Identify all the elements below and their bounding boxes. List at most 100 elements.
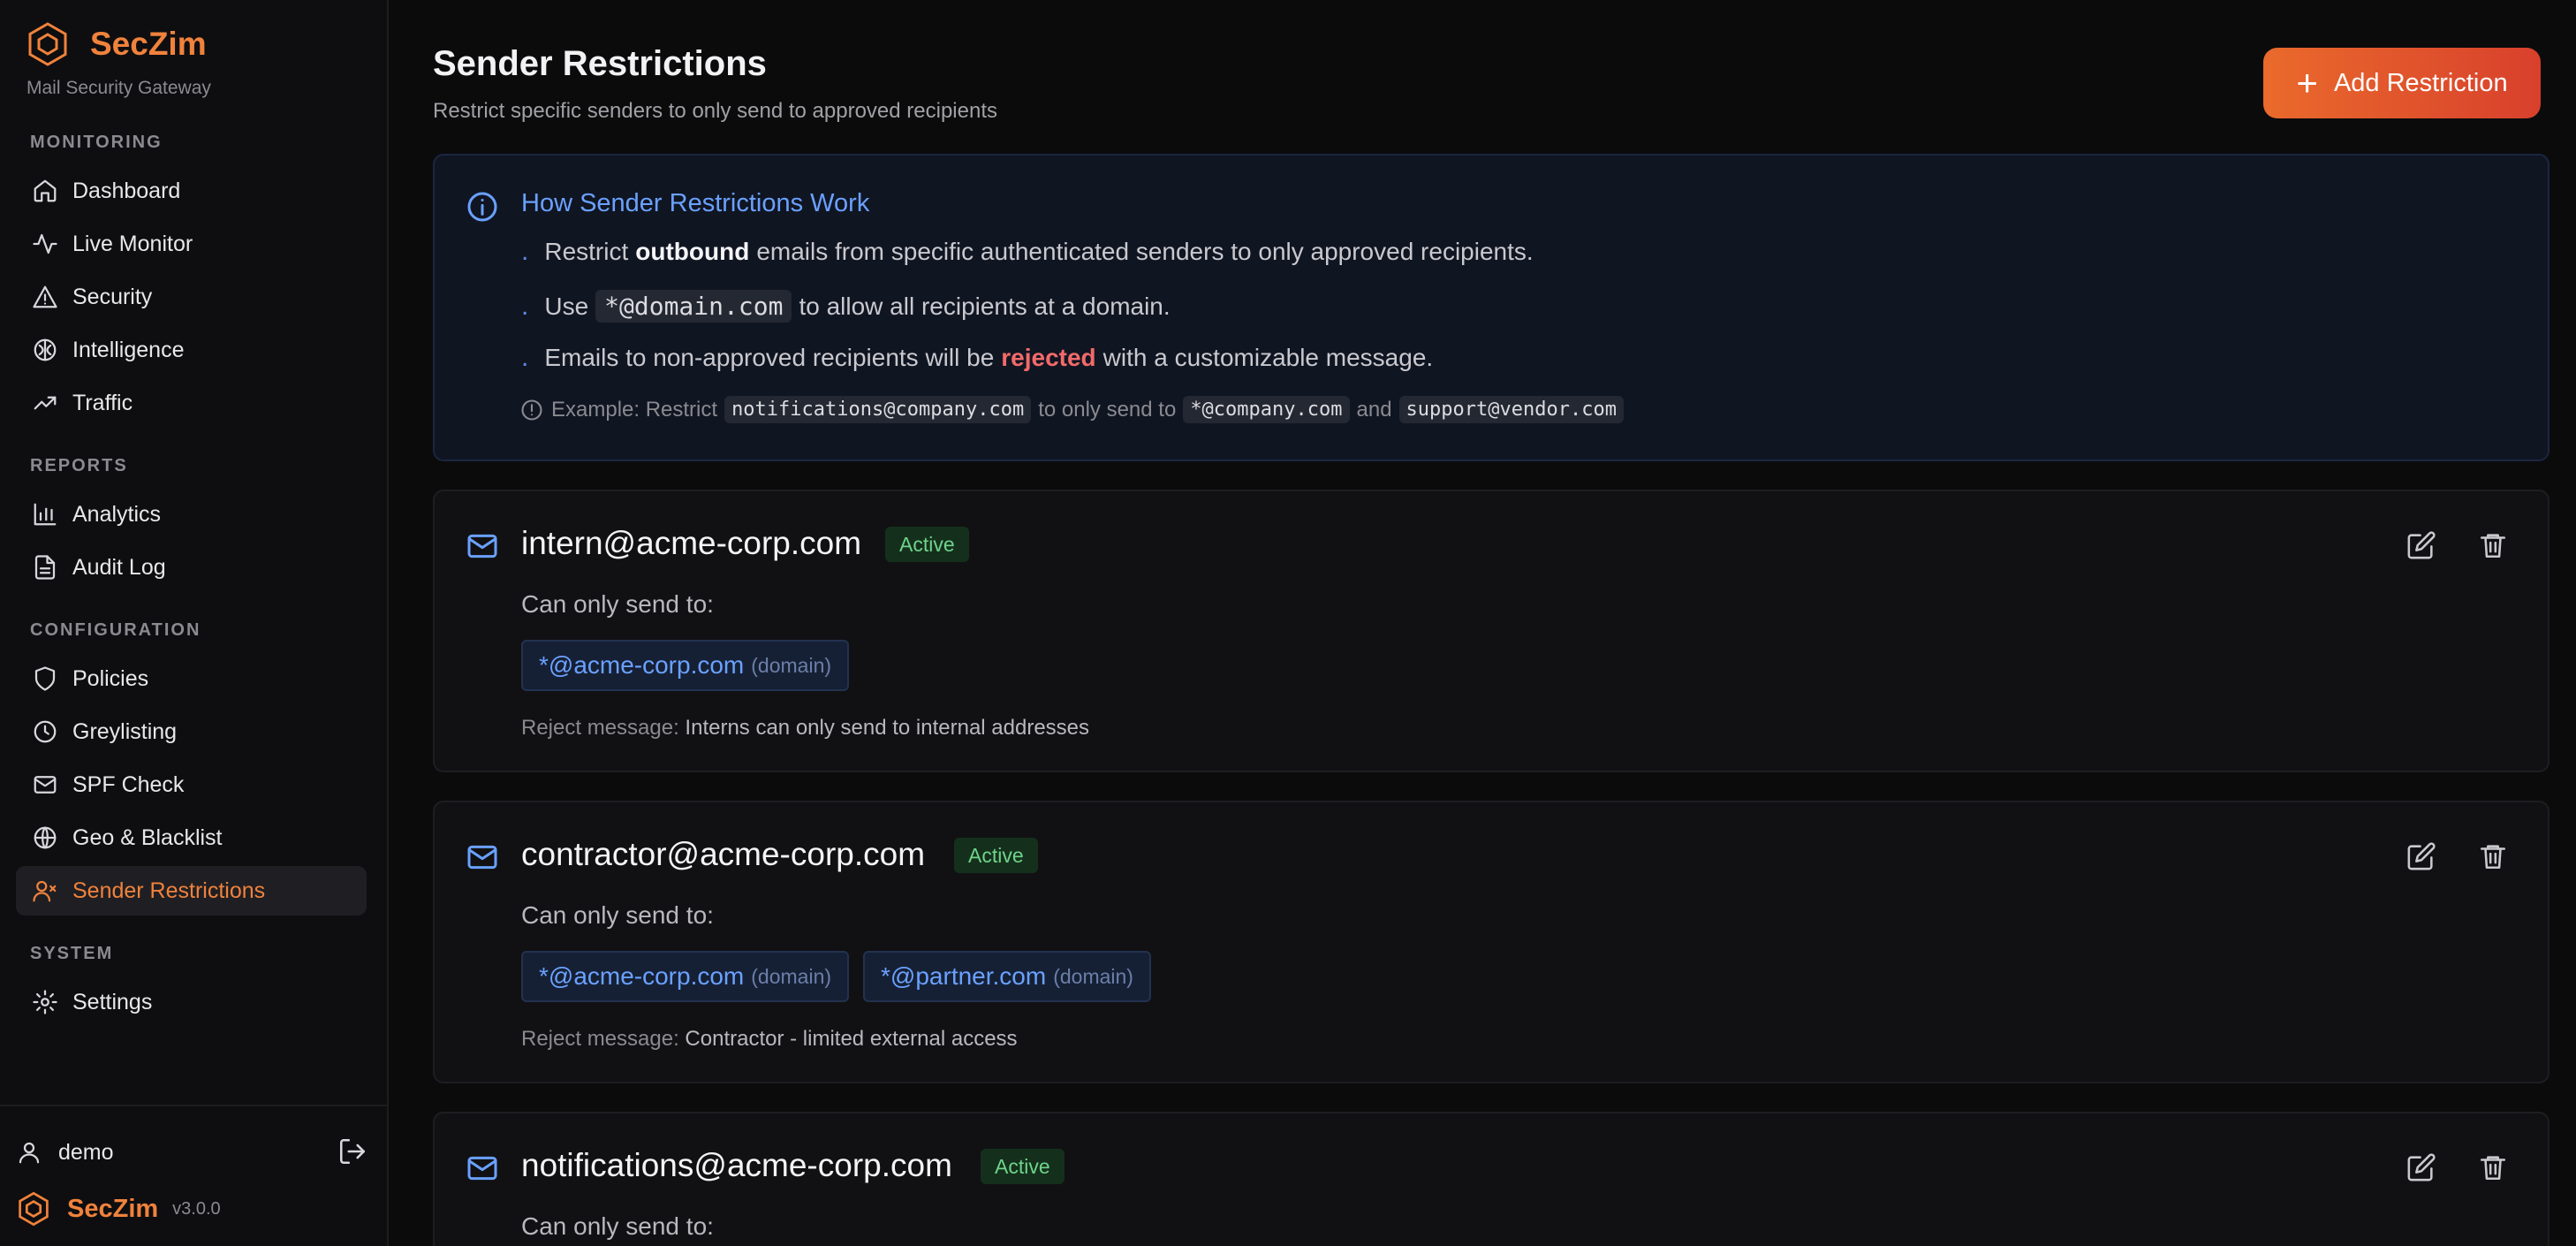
edit-icon	[2407, 1153, 2436, 1181]
page-title: Sender Restrictions	[433, 44, 767, 83]
bullet-code: *@domain.com	[595, 290, 792, 323]
add-restriction-button[interactable]: + Add Restriction	[2263, 48, 2541, 118]
info-bullet: . Use *@domain.com to allow all recipien…	[521, 290, 1171, 323]
sidebar-item-geo-blacklist[interactable]: Geo & Blacklist	[16, 813, 367, 862]
sidebar-item-label: Settings	[72, 989, 153, 1014]
delete-button[interactable]	[2478, 1152, 2513, 1188]
recipient-chip: *@partner.com (domain)	[863, 951, 1151, 1002]
status-badge: Active	[885, 527, 969, 562]
home-icon	[30, 176, 60, 206]
chip-value: *@acme-corp.com	[539, 651, 745, 679]
sidebar-item-sender-restrictions[interactable]: Sender Restrictions	[16, 866, 367, 916]
sidebar-item-label: SPF Check	[72, 771, 185, 797]
sidebar-item-label: Security	[72, 284, 153, 309]
trash-icon	[2480, 1156, 2506, 1181]
shield-icon	[30, 664, 60, 694]
example-code: support@vendor.com	[1398, 396, 1624, 423]
reject-message: Reject message: Interns can only send to…	[521, 716, 1089, 741]
bullet-bold: outbound	[635, 238, 750, 265]
footer-brand: SecZim v3.0.0	[16, 1191, 221, 1227]
sidebar-item-live-monitor[interactable]: Live Monitor	[16, 219, 367, 269]
logout-icon[interactable]	[337, 1136, 367, 1166]
sidebar-item-dashboard[interactable]: Dashboard	[16, 166, 367, 216]
allowed-label: Can only send to:	[521, 1212, 714, 1240]
status-badge: Active	[981, 1149, 1064, 1184]
example-code: notifications@company.com	[724, 396, 1032, 423]
sidebar-item-spf-check[interactable]: SPF Check	[16, 760, 367, 809]
sidebar-item-label: Sender Restrictions	[72, 878, 266, 903]
delete-button[interactable]	[2478, 530, 2513, 566]
chip-kind: (domain)	[1053, 964, 1133, 988]
globe-icon	[30, 823, 60, 853]
footer-brand-name: SecZim	[67, 1194, 159, 1223]
bullet-text: emails from specific authenticated sende…	[756, 238, 1534, 265]
allowed-label: Can only send to:	[521, 901, 714, 929]
reject-message: Reject message: Contractor - limited ext…	[521, 1027, 1018, 1052]
sidebar-item-greylisting[interactable]: Greylisting	[16, 707, 367, 756]
recipient-chip: *@acme-corp.com (domain)	[521, 951, 850, 1002]
info-small-icon	[521, 399, 542, 421]
mail-icon	[467, 845, 497, 870]
trash-icon	[2480, 845, 2506, 870]
edit-button[interactable]	[2406, 1152, 2442, 1188]
edit-button[interactable]	[2406, 841, 2442, 877]
user-icon	[19, 1142, 40, 1164]
bullet-text: to allow all recipients at a domain.	[799, 292, 1171, 320]
main-content: Sender Restrictions Restrict specific se…	[433, 0, 2549, 1246]
mail-icon	[467, 534, 497, 558]
user-name: demo	[58, 1139, 114, 1165]
sidebar-item-label: Policies	[72, 665, 149, 691]
edit-icon	[2407, 842, 2436, 870]
sidebar-item-label: Traffic	[72, 390, 133, 415]
reject-text: Contractor - limited external access	[685, 1027, 1018, 1051]
info-example: Example: Restrict notifications@company.…	[519, 396, 1631, 423]
page-subtitle: Restrict specific senders to only send t…	[433, 99, 997, 123]
info-title: How Sender Restrictions Work	[521, 189, 870, 217]
bullet-text: Restrict	[544, 238, 629, 265]
recipient-chip: *@acme-corp.com (domain)	[521, 640, 850, 691]
status-badge: Active	[954, 838, 1038, 873]
reject-label: Reject message:	[521, 1027, 679, 1051]
sidebar-item-audit-log[interactable]: Audit Log	[16, 543, 367, 592]
gear-icon	[30, 987, 60, 1017]
hexagon-logo-icon	[19, 1191, 49, 1227]
bullet-rejected: rejected	[1001, 344, 1096, 371]
delete-button[interactable]	[2478, 841, 2513, 877]
sidebar-item-label: Intelligence	[72, 337, 185, 362]
sender-email: contractor@acme-corp.com	[521, 836, 926, 872]
sender-email: notifications@acme-corp.com	[521, 1147, 952, 1183]
sidebar-item-label: Audit Log	[72, 554, 166, 580]
example-text: to only send to	[1038, 397, 1177, 422]
chip-kind: (domain)	[751, 653, 832, 677]
chip-value: *@acme-corp.com	[539, 962, 745, 990]
version-label: v3.0.0	[172, 1198, 221, 1219]
bullet-text: Emails to non-approved recipients will b…	[544, 344, 995, 371]
chip-kind: (domain)	[751, 964, 832, 988]
reject-label: Reject message:	[521, 716, 679, 740]
trending-up-icon	[30, 388, 60, 418]
sidebar-item-label: Live Monitor	[72, 231, 193, 256]
file-text-icon	[30, 552, 60, 582]
clock-icon	[30, 717, 60, 747]
brand[interactable]: SecZim	[25, 21, 207, 67]
info-bullet: . Restrict outbound emails from specific…	[521, 237, 1534, 266]
brand-name: SecZim	[90, 26, 207, 62]
sidebar-item-traffic[interactable]: Traffic	[16, 378, 367, 428]
add-restriction-label: Add Restriction	[2333, 68, 2508, 97]
bar-chart-icon	[30, 499, 60, 529]
sidebar-item-intelligence[interactable]: Intelligence	[16, 325, 367, 375]
mail-icon	[30, 770, 60, 800]
sidebar-item-analytics[interactable]: Analytics	[16, 490, 367, 539]
sidebar-item-security[interactable]: Security	[16, 272, 367, 322]
brand-subtitle: Mail Security Gateway	[27, 78, 211, 98]
edit-button[interactable]	[2406, 530, 2442, 566]
sidebar-item-policies[interactable]: Policies	[16, 654, 367, 703]
section-label-configuration: CONFIGURATION	[30, 620, 201, 640]
example-text: and	[1356, 397, 1392, 422]
recipient-chips: *@acme-corp.com (domain) *@partner.com (…	[521, 951, 1165, 1002]
sidebar-item-settings[interactable]: Settings	[16, 977, 367, 1027]
info-bullet: . Emails to non-approved recipients will…	[521, 343, 1434, 372]
edit-icon	[2407, 531, 2436, 559]
sidebar-item-label: Geo & Blacklist	[72, 824, 223, 850]
sidebar-item-label: Dashboard	[72, 178, 181, 203]
